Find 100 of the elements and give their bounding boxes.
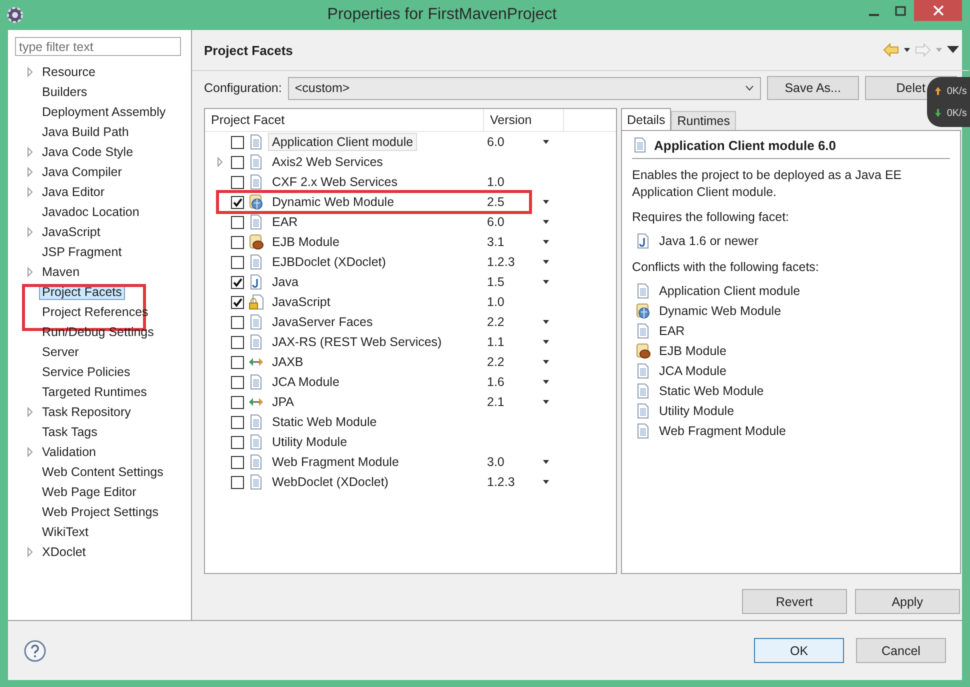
sidebar-item[interactable]: Web Project Settings bbox=[39, 504, 162, 520]
checkbox[interactable] bbox=[231, 136, 244, 148]
sidebar-item[interactable]: JavaScript bbox=[39, 224, 104, 240]
facet-name[interactable]: JCA Module bbox=[268, 373, 344, 391]
dropdown-arrow-icon[interactable] bbox=[542, 319, 550, 325]
dialog-button[interactable]: OK bbox=[754, 638, 844, 663]
bean-jar-icon bbox=[248, 234, 264, 250]
checkbox[interactable] bbox=[231, 276, 244, 288]
close-button[interactable] bbox=[914, 0, 962, 21]
checkbox[interactable] bbox=[231, 356, 244, 368]
dropdown-arrow-icon[interactable] bbox=[542, 459, 550, 465]
facet-name[interactable]: CXF 2.x Web Services bbox=[268, 173, 402, 191]
sidebar-item[interactable]: Builders bbox=[39, 84, 90, 100]
expand-arrow-icon[interactable] bbox=[25, 267, 35, 277]
facet-name[interactable]: JavaScript bbox=[268, 293, 334, 311]
dropdown-arrow-icon[interactable] bbox=[542, 199, 550, 205]
checkbox[interactable] bbox=[231, 296, 244, 308]
dropdown-arrow-icon[interactable] bbox=[542, 399, 550, 405]
chevron-down-icon[interactable] bbox=[744, 85, 754, 91]
facet-name[interactable]: Java bbox=[268, 273, 302, 291]
expand-arrow-icon[interactable] bbox=[25, 147, 35, 157]
view-menu-icon[interactable] bbox=[946, 46, 959, 54]
sidebar-item[interactable]: Server bbox=[39, 344, 82, 360]
sidebar-item[interactable]: Maven bbox=[39, 264, 83, 280]
checkbox[interactable] bbox=[231, 396, 244, 408]
facet-name[interactable]: Utility Module bbox=[268, 433, 352, 451]
checkbox[interactable] bbox=[231, 236, 244, 248]
sidebar-item[interactable]: JSP Fragment bbox=[39, 244, 125, 260]
expand-arrow-icon[interactable] bbox=[25, 67, 35, 77]
checkbox[interactable] bbox=[231, 476, 244, 488]
facet-name[interactable]: JPA bbox=[268, 393, 298, 411]
dropdown-arrow-icon[interactable] bbox=[542, 279, 550, 285]
dropdown-arrow-icon[interactable] bbox=[542, 359, 550, 365]
sidebar-item[interactable]: Validation bbox=[39, 444, 99, 460]
checkbox[interactable] bbox=[231, 256, 244, 268]
facet-name[interactable]: WebDoclet (XDoclet) bbox=[268, 473, 392, 491]
expand-arrow-icon[interactable] bbox=[215, 157, 225, 167]
sidebar-item[interactable]: Javadoc Location bbox=[39, 204, 142, 220]
sidebar-item[interactable]: Java Editor bbox=[39, 184, 108, 200]
sidebar-item[interactable]: Targeted Runtimes bbox=[39, 384, 150, 400]
checkbox[interactable] bbox=[231, 156, 244, 168]
sidebar-item[interactable]: Java Build Path bbox=[39, 124, 132, 140]
dropdown-arrow-icon[interactable] bbox=[542, 259, 550, 265]
expand-arrow-icon[interactable] bbox=[25, 167, 35, 177]
checkbox[interactable] bbox=[231, 216, 244, 228]
column-header[interactable]: Project Facet bbox=[205, 109, 484, 131]
sidebar-item[interactable]: Java Code Style bbox=[39, 144, 136, 160]
sidebar-item[interactable]: Task Tags bbox=[39, 424, 100, 440]
configuration-dropdown[interactable]: <custom> bbox=[288, 76, 761, 100]
facet-name[interactable]: Application Client module bbox=[268, 133, 418, 151]
sidebar-item[interactable]: Deployment Assembly bbox=[39, 104, 169, 120]
checkbox[interactable] bbox=[231, 416, 244, 428]
tab[interactable]: Details bbox=[621, 108, 672, 130]
expand-arrow-icon[interactable] bbox=[25, 407, 35, 417]
checkbox[interactable] bbox=[231, 456, 244, 468]
facet-name[interactable]: EJB Module bbox=[268, 233, 344, 251]
facet-name[interactable]: EAR bbox=[268, 213, 302, 231]
dialog-button[interactable]: Cancel bbox=[856, 638, 946, 663]
facet-name[interactable]: JAX-RS (REST Web Services) bbox=[268, 333, 446, 351]
sidebar-item[interactable]: Service Policies bbox=[39, 364, 134, 380]
sidebar-item[interactable]: WikiText bbox=[39, 524, 92, 540]
configuration-button[interactable]: Save As... bbox=[766, 76, 859, 100]
facet-name[interactable]: Static Web Module bbox=[268, 413, 381, 431]
checkbox[interactable] bbox=[231, 316, 244, 328]
facet-name[interactable]: JavaServer Faces bbox=[268, 313, 377, 331]
dropdown-arrow-icon[interactable] bbox=[542, 239, 550, 245]
facet-name[interactable]: Dynamic Web Module bbox=[268, 193, 398, 211]
sidebar-item[interactable]: Web Page Editor bbox=[39, 484, 140, 500]
dropdown-arrow-icon[interactable] bbox=[902, 47, 911, 53]
sidebar-item[interactable]: Web Content Settings bbox=[39, 464, 166, 480]
dropdown-arrow-icon[interactable] bbox=[542, 139, 550, 145]
page-button[interactable]: Revert bbox=[742, 589, 847, 614]
checkbox[interactable] bbox=[231, 196, 244, 208]
checkbox[interactable] bbox=[231, 436, 244, 448]
facet-name[interactable]: Web Fragment Module bbox=[268, 453, 403, 471]
sidebar-item[interactable]: Resource bbox=[39, 64, 98, 80]
sidebar-item[interactable]: XDoclet bbox=[39, 544, 89, 560]
filter-field[interactable]: type filter text bbox=[15, 37, 181, 56]
document-icon bbox=[248, 454, 264, 470]
dropdown-arrow-icon[interactable] bbox=[542, 219, 550, 225]
dropdown-arrow-icon[interactable] bbox=[542, 479, 550, 485]
expand-arrow-icon[interactable] bbox=[25, 227, 35, 237]
facet-name[interactable]: JAXB bbox=[268, 353, 308, 371]
expand-arrow-icon[interactable] bbox=[25, 187, 35, 197]
page-button[interactable]: Apply bbox=[854, 589, 960, 614]
checkbox[interactable] bbox=[231, 336, 244, 348]
tab[interactable]: Runtimes bbox=[671, 111, 736, 130]
dropdown-arrow-icon[interactable] bbox=[542, 339, 550, 345]
checkbox[interactable] bbox=[231, 176, 244, 188]
dropdown-arrow-icon[interactable] bbox=[542, 379, 550, 385]
expand-arrow-icon[interactable] bbox=[25, 547, 35, 557]
help-icon[interactable] bbox=[24, 640, 46, 662]
expand-arrow-icon[interactable] bbox=[25, 447, 35, 457]
sidebar-item[interactable]: Task Repository bbox=[39, 404, 134, 420]
column-header[interactable]: Version bbox=[484, 109, 564, 131]
sidebar-item[interactable]: Java Compiler bbox=[39, 164, 125, 180]
java-file-icon bbox=[248, 274, 264, 290]
checkbox[interactable] bbox=[231, 376, 244, 388]
facet-name[interactable]: EJBDoclet (XDoclet) bbox=[268, 253, 390, 271]
facet-name[interactable]: Axis2 Web Services bbox=[268, 153, 387, 171]
